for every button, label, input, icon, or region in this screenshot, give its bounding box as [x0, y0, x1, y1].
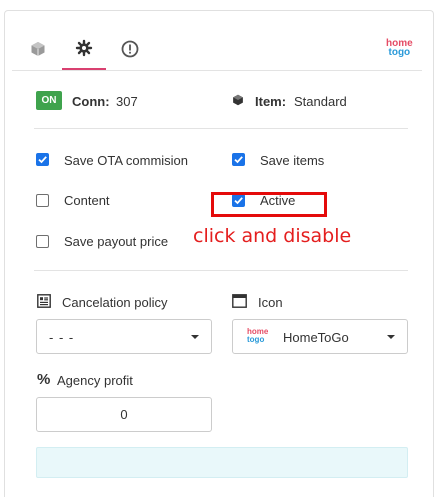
divider — [34, 128, 408, 129]
hometogo-logo: home togo — [247, 327, 269, 344]
status-badge: ON — [36, 91, 62, 110]
chevron-down-icon — [191, 335, 199, 339]
gear-icon — [75, 39, 93, 57]
save-items-checkbox[interactable] — [232, 153, 245, 166]
cancelation-policy-value: - - - — [49, 330, 75, 345]
cancelation-policy-select[interactable]: - - - — [36, 319, 212, 354]
document-list-icon — [37, 294, 51, 308]
item-value: Standard — [294, 94, 347, 109]
window-icon — [232, 294, 247, 308]
agency-profit-label: Agency profit — [57, 373, 133, 388]
save-ota-checkbox[interactable] — [36, 153, 49, 166]
tab-info[interactable] — [108, 28, 152, 69]
tab-item[interactable] — [16, 28, 60, 69]
agency-profit-input[interactable]: 0 — [36, 397, 212, 432]
cube-icon — [233, 94, 243, 106]
conn-label: Conn: — [72, 94, 110, 109]
annotation-highlight-box — [211, 192, 327, 217]
save-items-label: Save items — [260, 153, 325, 168]
tab-settings[interactable] — [62, 28, 106, 70]
content-label: Content — [64, 193, 110, 208]
info-alert — [36, 447, 408, 478]
icon-select-label: Icon — [258, 295, 283, 310]
save-ota-label: Save OTA commision — [64, 153, 189, 168]
annotation-text: click and disable — [193, 225, 352, 247]
hometogo-logo: home togo — [386, 38, 413, 58]
icon-select[interactable]: home togo HomeToGo — [232, 319, 408, 354]
cancelation-policy-label: Cancelation policy — [62, 295, 168, 310]
percent-icon: % — [37, 371, 51, 388]
exclamation-circle-icon — [121, 40, 139, 57]
tab-bar — [12, 28, 422, 71]
chevron-down-icon — [387, 335, 395, 339]
conn-value: 307 — [116, 94, 138, 109]
item-label: Item: — [255, 94, 287, 109]
save-payout-label: Save payout price — [64, 234, 169, 249]
icon-select-value: HomeToGo — [283, 330, 349, 345]
divider — [34, 270, 408, 271]
cube-icon — [31, 41, 45, 56]
save-payout-checkbox[interactable] — [36, 235, 49, 248]
content-checkbox[interactable] — [36, 194, 49, 207]
